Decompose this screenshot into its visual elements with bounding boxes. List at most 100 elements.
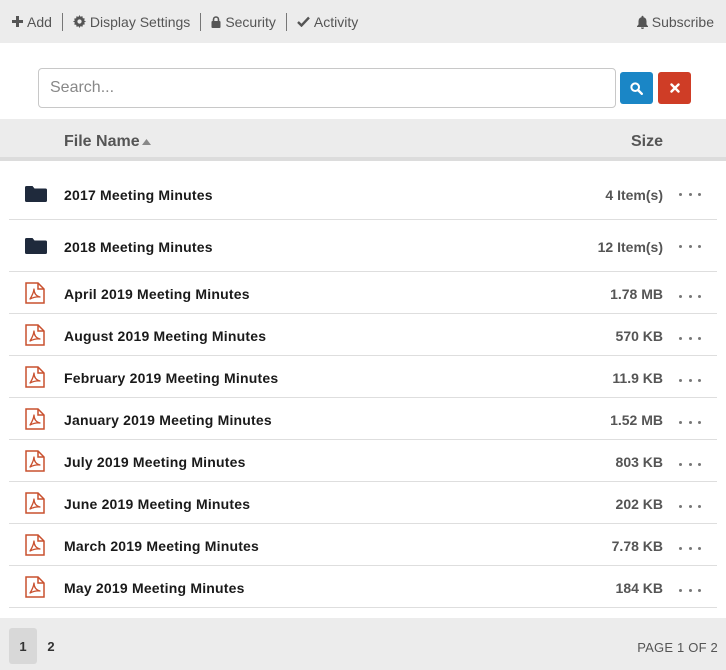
file-row[interactable]: February 2019 Meeting Minutes 11.9 KB: [9, 356, 717, 398]
ellipsis-dot-icon: [679, 378, 682, 382]
file-size: 202 KB: [615, 496, 663, 512]
ellipsis-dot-icon: [688, 588, 692, 592]
ellipsis-dot-icon: [679, 244, 682, 248]
ellipsis-dot-icon: [698, 244, 701, 248]
file-name[interactable]: January 2019 Meeting Minutes: [64, 412, 272, 428]
clear-search-button[interactable]: [658, 72, 691, 104]
more-actions-button[interactable]: [679, 239, 701, 253]
search-button[interactable]: [620, 72, 653, 104]
folder-row[interactable]: 2018 Meeting Minutes 12 Item(s): [9, 220, 717, 272]
ellipsis-dot-icon: [698, 336, 701, 340]
file-size: 570 KB: [615, 328, 663, 344]
toolbar-divider: [200, 12, 202, 31]
pdf-file-icon: [25, 366, 45, 391]
display-settings-button[interactable]: Display Settings: [72, 13, 191, 30]
pdf-file-icon: [25, 282, 45, 307]
file-row[interactable]: June 2019 Meeting Minutes 202 KB: [9, 482, 717, 524]
file-name[interactable]: August 2019 Meeting Minutes: [64, 328, 266, 344]
gear-icon: [72, 15, 86, 28]
toolbar: Add Display Settings Security Activity S…: [0, 0, 726, 43]
security-label: Security: [225, 13, 276, 30]
file-row[interactable]: April 2019 Meeting Minutes 1.78 MB: [9, 272, 717, 314]
file-name-header-label: File Name: [64, 133, 140, 150]
ellipsis-dot-icon: [679, 294, 682, 298]
ellipsis-dot-icon: [688, 294, 692, 298]
ellipsis-dot-icon: [679, 588, 682, 592]
file-row[interactable]: July 2019 Meeting Minutes 803 KB: [9, 440, 717, 482]
pdf-file-icon: [25, 576, 45, 601]
file-size: 11.9 KB: [612, 370, 663, 386]
search-icon: [630, 81, 643, 95]
grid-header: File Name Size: [0, 119, 726, 157]
file-name[interactable]: July 2019 Meeting Minutes: [64, 454, 246, 470]
file-row[interactable]: August 2019 Meeting Minutes 570 KB: [9, 314, 717, 356]
size-column-header[interactable]: Size: [631, 133, 663, 151]
folder-row[interactable]: 2017 Meeting Minutes 4 Item(s): [9, 168, 717, 220]
activity-button[interactable]: Activity: [297, 14, 358, 30]
more-actions-button[interactable]: [679, 187, 701, 201]
file-list: 2017 Meeting Minutes 4 Item(s) 2018 Meetin…: [9, 168, 717, 608]
ellipsis-dot-icon: [679, 546, 682, 550]
more-actions-button[interactable]: [679, 289, 701, 303]
ellipsis-dot-icon: [688, 244, 692, 248]
ellipsis-dot-icon: [688, 462, 692, 466]
page-2-button[interactable]: 2: [37, 628, 65, 664]
pdf-file-icon: [25, 324, 45, 349]
add-button[interactable]: Add: [12, 14, 52, 30]
file-size: 1.52 MB: [610, 412, 663, 428]
folder-item-count: 12 Item(s): [597, 239, 663, 255]
more-actions-button[interactable]: [679, 499, 701, 513]
file-row[interactable]: January 2019 Meeting Minutes 1.52 MB: [9, 398, 717, 440]
file-row[interactable]: March 2019 Meeting Minutes 7.78 KB: [9, 524, 717, 566]
bell-icon: [636, 15, 648, 29]
page-1-button[interactable]: 1: [9, 628, 37, 664]
file-size: 7.78 KB: [611, 538, 663, 554]
pdf-file-icon: [25, 408, 45, 433]
security-button[interactable]: Security: [211, 14, 276, 30]
more-actions-button[interactable]: [679, 373, 701, 387]
more-actions-button[interactable]: [679, 541, 701, 555]
sort-ascending-icon: [141, 139, 151, 145]
pager: 1 2 PAGE 1 OF 2: [0, 618, 726, 670]
ellipsis-dot-icon: [698, 462, 701, 466]
header-divider: [0, 157, 726, 161]
toolbar-divider: [61, 12, 63, 31]
more-actions-button[interactable]: [679, 331, 701, 345]
add-label: Add: [27, 13, 52, 30]
ellipsis-dot-icon: [698, 378, 701, 382]
pdf-file-icon: [25, 450, 45, 475]
file-name-column-header[interactable]: File Name: [64, 133, 151, 151]
subscribe-button[interactable]: Subscribe: [636, 0, 714, 43]
folder-item-count: 4 Item(s): [605, 187, 663, 203]
page-info: PAGE 1 OF 2: [637, 640, 718, 655]
ellipsis-dot-icon: [688, 378, 692, 382]
toolbar-divider: [285, 12, 287, 31]
file-name[interactable]: March 2019 Meeting Minutes: [64, 538, 259, 554]
pdf-file-icon: [25, 534, 45, 559]
file-size: 184 KB: [615, 580, 663, 596]
checkmark-icon: [297, 16, 310, 27]
activity-label: Activity: [313, 13, 359, 30]
subscribe-label: Subscribe: [651, 13, 714, 30]
ellipsis-dot-icon: [688, 336, 692, 340]
file-name[interactable]: February 2019 Meeting Minutes: [64, 370, 278, 386]
ellipsis-dot-icon: [688, 420, 692, 424]
ellipsis-dot-icon: [688, 546, 692, 550]
search-panel: [14, 57, 714, 117]
search-input[interactable]: [38, 68, 616, 108]
ellipsis-dot-icon: [698, 294, 701, 298]
ellipsis-dot-icon: [698, 546, 701, 550]
ellipsis-dot-icon: [679, 336, 682, 340]
file-name[interactable]: May 2019 Meeting Minutes: [64, 580, 245, 596]
display-settings-label: Display Settings: [89, 13, 191, 30]
file-row[interactable]: May 2019 Meeting Minutes 184 KB: [9, 566, 717, 608]
more-actions-button[interactable]: [679, 457, 701, 471]
more-actions-button[interactable]: [679, 583, 701, 597]
file-name[interactable]: June 2019 Meeting Minutes: [64, 496, 250, 512]
file-name[interactable]: April 2019 Meeting Minutes: [64, 286, 250, 302]
folder-name[interactable]: 2018 Meeting Minutes: [64, 239, 213, 255]
ellipsis-dot-icon: [688, 504, 692, 508]
folder-name[interactable]: 2017 Meeting Minutes: [64, 187, 213, 203]
more-actions-button[interactable]: [679, 415, 701, 429]
pdf-file-icon: [25, 492, 45, 517]
